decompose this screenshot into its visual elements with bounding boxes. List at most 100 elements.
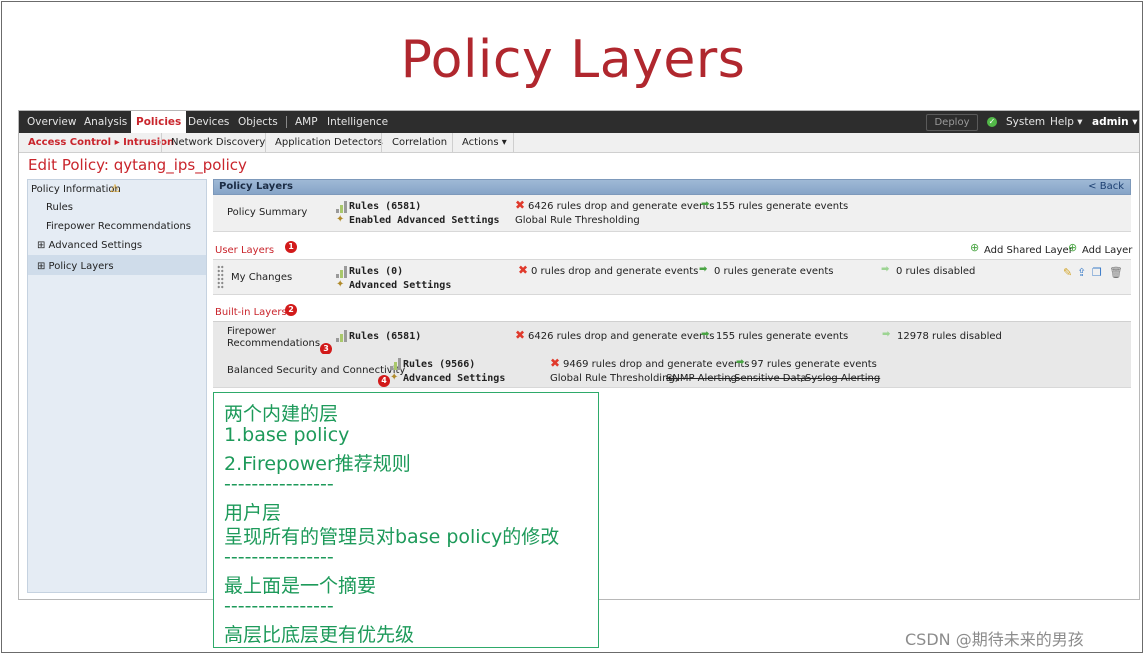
firepower-disabled-text: 12978 rules disabled [897, 331, 1002, 342]
drop-x-icon: ✖ [550, 356, 561, 370]
sidebar-item-firepower-recommendations[interactable]: Firepower Recommendations [46, 221, 191, 232]
balanced-drop-text: 9469 rules drop and generate events [563, 359, 750, 370]
my-changes-rules[interactable]: Rules (0) [349, 266, 403, 277]
nav-admin[interactable]: admin ▾ [1092, 111, 1138, 133]
annotation-line: 用户层 [224, 502, 282, 524]
my-changes-advanced-settings[interactable]: Advanced Settings [349, 280, 451, 291]
builtin-layers-heading: Built-in Layers [215, 307, 287, 318]
tab-network-discovery[interactable]: Network Discovery [171, 133, 265, 152]
nav-policies[interactable]: Policies [131, 111, 187, 133]
slide-title: Policy Layers [400, 30, 746, 90]
nav-objects[interactable]: Objects [238, 111, 278, 133]
drop-x-icon: ✖ [515, 198, 526, 212]
subnav-divider [381, 133, 382, 152]
deploy-button[interactable]: Deploy [926, 114, 978, 131]
firepower-label-line1[interactable]: Firepower [227, 326, 276, 337]
back-link[interactable]: < Back [1088, 181, 1124, 192]
export-icon[interactable]: ⇪ [1077, 266, 1086, 279]
annotation-badge-2: 2 [285, 304, 297, 316]
summary-rules[interactable]: Rules (6581) [349, 201, 421, 212]
delete-trash-icon[interactable]: 🗑 [1109, 266, 1123, 279]
rules-bars-icon [336, 266, 349, 278]
balanced-snmp-alerting: SNMP Alerting [666, 373, 737, 384]
tab-actions[interactable]: Actions ▾ [462, 133, 507, 152]
annotation-line: 两个内建的层 [224, 403, 339, 425]
nav-analysis[interactable]: Analysis [84, 111, 127, 133]
generate-arrow-icon: ➡ [699, 264, 708, 275]
my-changes-drop-text: 0 rules drop and generate events [531, 266, 699, 277]
annotation-badge-1: 1 [285, 241, 297, 253]
top-nav: Overview Analysis Policies Devices Objec… [19, 111, 1139, 133]
panel-title: Policy Layers [219, 181, 293, 192]
firepower-label-line2[interactable]: Recommendations [227, 338, 320, 349]
rules-bars-icon [336, 201, 349, 213]
copy-icon[interactable]: ❐ [1092, 266, 1102, 279]
firepower-recommendations-row[interactable]: Firepower Recommendations Rules (6581) ✖… [213, 321, 1131, 356]
annotation-box: 两个内建的层 1.base policy 2.Firepower推荐规则 ---… [213, 392, 599, 648]
tab-correlation[interactable]: Correlation [392, 133, 447, 152]
generate-arrow-icon: ➡ [736, 357, 745, 368]
annotation-line: 高层比底层更有优先级 [224, 624, 415, 646]
subnav-divider [452, 133, 453, 152]
tab-access-control-intrusion[interactable]: Access Control ▸ Intrusion [28, 133, 174, 152]
summary-drop-text: 6426 rules drop and generate events [528, 201, 715, 212]
drag-handle-icon[interactable] [217, 265, 224, 289]
annotation-divider: ---------------- [224, 473, 334, 495]
status-ok-icon[interactable]: ✓ [987, 117, 997, 127]
sidebar-item-policy-layers[interactable]: ⊞ Policy Layers [37, 261, 114, 272]
balanced-advanced-settings[interactable]: Advanced Settings [403, 373, 505, 384]
warning-icon: ⚠ [110, 182, 120, 195]
balanced-thresholding: Global Rule Thresholding, [550, 373, 678, 384]
edit-pencil-icon[interactable]: ✎ [1063, 266, 1072, 279]
summary-advanced-settings[interactable]: Enabled Advanced Settings [349, 215, 500, 226]
sidebar-item-rules[interactable]: Rules [46, 202, 73, 213]
subnav-divider [161, 133, 162, 152]
annotation-line: 2.Firepower推荐规则 [224, 453, 411, 475]
drop-x-icon: ✖ [518, 263, 529, 277]
comma: , [800, 373, 804, 384]
rules-bars-icon [336, 330, 349, 342]
sidebar-item-advanced-settings[interactable]: ⊞ Advanced Settings [37, 240, 142, 251]
annotation-divider: ---------------- [224, 595, 334, 617]
add-layer-button[interactable]: Add Layer [1082, 245, 1132, 256]
nav-help[interactable]: Help ▾ [1050, 111, 1083, 133]
subnav-divider [513, 133, 514, 152]
generate-arrow-icon: ➡ [701, 199, 710, 210]
my-changes-generate-text: 0 rules generate events [714, 266, 834, 277]
annotation-badge-4: 4 [378, 375, 390, 387]
nav-separator [286, 116, 287, 128]
panel-header: Policy Layers < Back [213, 179, 1131, 195]
summary-generate-text: 155 rules generate events [716, 201, 849, 212]
my-changes-row[interactable]: My Changes Rules (0) ✦ Advanced Settings… [213, 259, 1131, 295]
policy-summary-row[interactable]: Policy Summary Rules (6581) ✦ Enabled Ad… [213, 195, 1131, 232]
comma: , [729, 373, 733, 384]
summary-label[interactable]: Policy Summary [227, 207, 307, 218]
my-changes-disabled-text: 0 rules disabled [896, 266, 976, 277]
page-title: Edit Policy: qytang_ips_policy [28, 156, 247, 174]
tab-application-detectors[interactable]: Application Detectors [275, 133, 383, 152]
wand-icon: ✦ [336, 214, 345, 225]
user-layers-heading: User Layers [215, 245, 275, 256]
balanced-rules[interactable]: Rules (9566) [403, 359, 475, 370]
watermark: CSDN @期待未来的男孩 [905, 630, 1084, 649]
nav-intelligence[interactable]: Intelligence [327, 111, 388, 133]
add-shared-layer-button[interactable]: Add Shared Layer [984, 245, 1073, 256]
wand-icon: ✦ [390, 372, 399, 383]
annotation-line: 呈现所有的管理员对base policy的修改 [224, 526, 560, 548]
sidebar-item-policy-information[interactable]: Policy Information [31, 184, 121, 195]
balanced-security-row[interactable]: Balanced Security and Connectivity Rules… [213, 354, 1131, 388]
add-shared-layer-icon: ⊕ [970, 241, 980, 254]
balanced-label[interactable]: Balanced Security and Connectivity [227, 365, 405, 376]
nav-devices[interactable]: Devices [188, 111, 229, 133]
nav-system[interactable]: System [1006, 111, 1045, 133]
sub-nav: Access Control ▸ Intrusion Network Disco… [19, 133, 1139, 153]
balanced-sensitive-data: Sensitive Data [734, 373, 807, 384]
balanced-generate-text: 97 rules generate events [751, 359, 877, 370]
disabled-arrow-icon: ➡ [882, 329, 891, 340]
summary-thresholding: Global Rule Thresholding [515, 215, 640, 226]
rules-bars-icon [390, 358, 403, 370]
firepower-rules[interactable]: Rules (6581) [349, 331, 421, 342]
nav-overview[interactable]: Overview [27, 111, 76, 133]
my-changes-label[interactable]: My Changes [231, 272, 292, 283]
nav-amp[interactable]: AMP [295, 111, 318, 133]
